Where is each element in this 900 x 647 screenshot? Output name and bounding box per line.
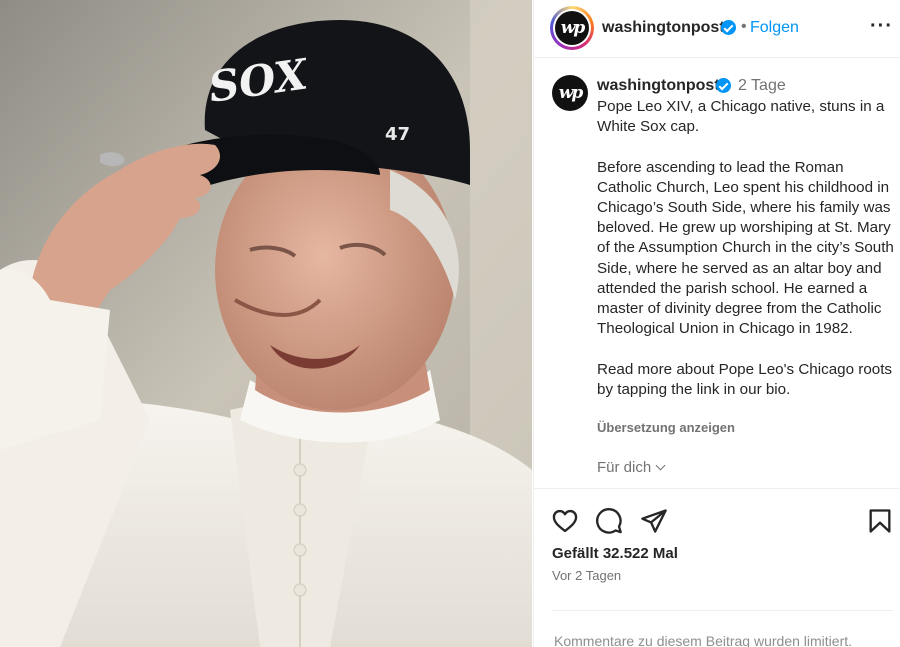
post-date[interactable]: Vor 2 Tagen — [552, 568, 621, 583]
show-translation-link[interactable]: Übersetzung anzeigen — [597, 420, 735, 435]
caption-paragraph: Before ascending to lead the Roman Catho… — [597, 158, 894, 338]
profile-avatar-story-ring[interactable]: wp — [550, 6, 594, 50]
caption-paragraph: Read more about Pope Leo's Chicago roots… — [597, 360, 893, 398]
divider — [552, 610, 893, 611]
post-header: wp washingtonpost • Folgen ··· — [534, 0, 900, 58]
post-photo[interactable]: SOX 47 — [0, 0, 532, 647]
caption-avatar[interactable]: wp — [552, 75, 588, 111]
share-icon[interactable] — [640, 507, 668, 535]
caption-username[interactable]: washingtonpost — [597, 77, 720, 95]
caption-text: Pope Leo XIV, a Chicago native, stuns in… — [597, 97, 897, 400]
header-username[interactable]: washingtonpost — [602, 19, 725, 37]
washingtonpost-logo-icon: wp — [555, 11, 589, 45]
header-separator: • — [741, 18, 747, 35]
for-you-dropdown[interactable]: Für dich — [597, 459, 666, 476]
chevron-down-icon — [655, 460, 666, 471]
post-sidebar: wp washingtonpost • Folgen ··· wp washin… — [533, 0, 900, 647]
likes-count[interactable]: Gefällt 32.522 Mal — [552, 545, 678, 562]
comments-limited-notice: Kommentare zu diesem Beitrag wurden limi… — [554, 633, 853, 647]
comment-icon[interactable] — [595, 507, 623, 535]
caption-section: wp washingtonpost 2 Tage Pope Leo XIV, a… — [534, 59, 900, 489]
verified-badge-icon — [721, 20, 736, 35]
heart-icon[interactable] — [551, 507, 579, 535]
caption-paragraph: Pope Leo XIV, a Chicago native, stuns in… — [597, 98, 885, 136]
action-bar: Gefällt 32.522 Mal Vor 2 Tagen — [534, 490, 900, 611]
cap-side-logo: 47 — [385, 124, 410, 145]
more-options-icon[interactable]: ··· — [870, 15, 893, 38]
bookmark-icon[interactable] — [866, 507, 894, 535]
verified-badge-icon — [716, 78, 731, 93]
follow-button[interactable]: Folgen — [750, 19, 799, 37]
photo-illustration: SOX 47 — [0, 0, 532, 647]
for-you-label: Für dich — [597, 459, 652, 476]
caption-timestamp[interactable]: 2 Tage — [738, 77, 786, 95]
